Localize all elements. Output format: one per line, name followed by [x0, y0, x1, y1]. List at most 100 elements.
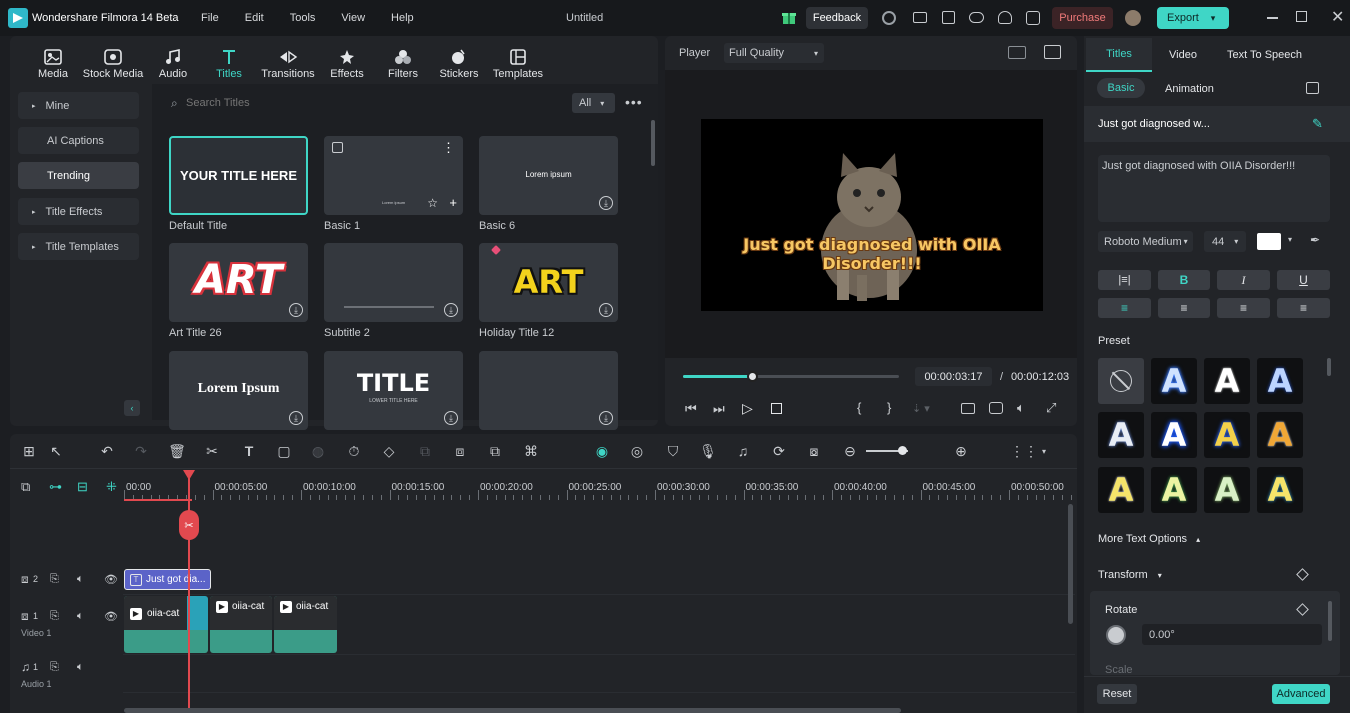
- preset-mint[interactable]: A: [1204, 467, 1250, 513]
- tab-video-inspector[interactable]: Video: [1169, 49, 1197, 61]
- eyedropper-icon[interactable]: ✒: [1310, 233, 1320, 247]
- preset-orange[interactable]: A: [1257, 412, 1303, 458]
- translate-icon[interactable]: ⧉: [486, 442, 504, 460]
- tab-titles-inspector[interactable]: Titles: [1086, 38, 1152, 72]
- preset-white[interactable]: A: [1204, 358, 1250, 404]
- title-card-default[interactable]: YOUR TITLE HERE: [169, 136, 308, 215]
- mark-out-icon[interactable]: }: [887, 400, 891, 415]
- preset-scrollbar[interactable]: [1327, 358, 1331, 376]
- tab-transitions[interactable]: Transitions: [258, 40, 318, 88]
- tab-media[interactable]: Media: [30, 40, 76, 88]
- previous-frame-icon[interactable]: ⏮: [685, 401, 697, 417]
- mute-icon[interactable]: 🔈︎: [77, 661, 84, 674]
- tab-filters[interactable]: Filters: [380, 40, 426, 88]
- rotate-dial[interactable]: [1106, 625, 1126, 645]
- menu-file[interactable]: File: [201, 12, 219, 24]
- transform-row[interactable]: Transform ▾: [1098, 569, 1162, 581]
- select-tool-icon[interactable]: ↖: [47, 442, 65, 460]
- title-card-basic-1[interactable]: ⋮ Lorem ipsum ☆ +: [324, 136, 463, 215]
- video-title-overlay[interactable]: Just got diagnosed with OIIA Disorder!!!: [701, 235, 1043, 273]
- notifications-icon[interactable]: [1026, 11, 1040, 25]
- ai-assistant-icon[interactable]: ◉: [593, 442, 611, 460]
- cloud-icon[interactable]: [969, 12, 984, 23]
- delete-icon[interactable]: 🗑︎: [168, 442, 186, 460]
- reset-button[interactable]: Reset: [1097, 684, 1137, 704]
- timeline-horizontal-scrollbar[interactable]: [124, 708, 901, 713]
- playhead-line[interactable]: [188, 470, 190, 713]
- maximize-icon[interactable]: [1296, 11, 1307, 22]
- search-input[interactable]: [186, 94, 566, 112]
- download-icon[interactable]: ⤓: [289, 411, 303, 425]
- camera-icon[interactable]: [989, 402, 1003, 414]
- save-icon[interactable]: [942, 11, 955, 24]
- italic-button[interactable]: I: [1217, 270, 1270, 290]
- play-icon[interactable]: ▷: [742, 400, 753, 417]
- add-track-icon[interactable]: ⧉: [21, 479, 30, 495]
- inspector-scrollbar[interactable]: [1328, 601, 1332, 641]
- video-clip[interactable]: ▶ oiia-cat: [210, 596, 272, 653]
- text-tool-icon[interactable]: T: [240, 442, 258, 460]
- title-clip[interactable]: T Just got dia...: [124, 569, 211, 590]
- video-canvas[interactable]: Just got diagnosed with OIIA Disorder!!!: [701, 119, 1043, 311]
- link-icon[interactable]: ⊶: [49, 479, 62, 495]
- ai-tool-icon[interactable]: ⧈: [451, 442, 469, 460]
- subtab-animation[interactable]: Animation: [1165, 83, 1214, 95]
- more-text-options-row[interactable]: More Text Options ▴: [1098, 533, 1200, 545]
- title-card-holiday-12[interactable]: ART ⤓: [479, 243, 618, 322]
- volume-icon[interactable]: 🔈︎: [1017, 400, 1025, 416]
- preset-none[interactable]: [1098, 358, 1144, 404]
- preset-blue-neon[interactable]: A: [1151, 412, 1197, 458]
- advanced-button[interactable]: Advanced: [1272, 684, 1330, 704]
- rotate-value-input[interactable]: 0.00°: [1142, 624, 1322, 645]
- preview-icon[interactable]: [332, 142, 343, 153]
- feedback-button[interactable]: Feedback: [806, 7, 868, 29]
- title-card-lorem-ipsum[interactable]: Lorem Ipsum ⤓: [169, 351, 308, 430]
- speed-icon[interactable]: ⏱: [345, 442, 363, 460]
- close-icon[interactable]: ✕: [1331, 7, 1344, 27]
- export-button[interactable]: Export ▾: [1157, 7, 1229, 29]
- video-clip[interactable]: ▶ oiia-cat: [274, 596, 337, 653]
- preset-blue-glow[interactable]: A: [1151, 358, 1197, 404]
- keyframe-icon[interactable]: [1296, 568, 1309, 581]
- font-select[interactable]: Roboto Medium ▾: [1098, 231, 1193, 252]
- download-icon[interactable]: ⤓: [599, 411, 613, 425]
- record-icon[interactable]: [882, 11, 896, 25]
- add-icon[interactable]: +: [449, 195, 457, 210]
- snapshot-grid-icon[interactable]: [1008, 46, 1026, 59]
- menu-view[interactable]: View: [341, 12, 365, 24]
- menu-tools[interactable]: Tools: [290, 12, 316, 24]
- tab-titles[interactable]: Titles: [206, 40, 252, 88]
- filter-select[interactable]: All ▾: [572, 93, 615, 113]
- title-card-art-26[interactable]: ART ⤓: [169, 243, 308, 322]
- quality-select[interactable]: Full Quality ▾: [724, 43, 824, 63]
- card-menu-icon[interactable]: ⋮: [442, 140, 455, 156]
- undo-icon[interactable]: ↶: [98, 442, 116, 460]
- progress-bar[interactable]: [683, 375, 899, 378]
- layout-options-icon[interactable]: ⋮⋮: [1010, 442, 1038, 460]
- download-icon[interactable]: ⤓: [599, 303, 613, 317]
- tab-effects[interactable]: Effects: [324, 40, 370, 88]
- menu-help[interactable]: Help: [391, 12, 414, 24]
- marker-icon[interactable]: ⛉: [664, 442, 682, 460]
- folder-icon[interactable]: ⎘: [50, 573, 59, 586]
- more-options-icon[interactable]: •••: [625, 94, 643, 110]
- library-scrollbar[interactable]: [651, 120, 655, 166]
- title-card-basic-6[interactable]: Lorem ipsum ⤓: [479, 136, 618, 215]
- tab-templates[interactable]: Templates: [490, 40, 546, 88]
- collapse-sidebar-icon[interactable]: ‹: [124, 400, 140, 416]
- minimize-icon[interactable]: [1267, 17, 1278, 19]
- split-scissors-icon[interactable]: ✂: [179, 510, 199, 540]
- sidebar-item-ai-captions[interactable]: AI Captions: [18, 127, 139, 154]
- zoom-out-icon[interactable]: ⊖: [841, 442, 859, 460]
- underline-button[interactable]: U: [1277, 270, 1330, 290]
- title-card-blank[interactable]: ⤓: [479, 351, 618, 430]
- sidebar-item-title-effects[interactable]: ▸ Title Effects: [18, 198, 139, 225]
- eye-icon[interactable]: 👁︎: [104, 573, 118, 586]
- download-icon[interactable]: ⤓: [599, 196, 613, 210]
- image-view-icon[interactable]: [1044, 45, 1061, 59]
- chevron-down-icon[interactable]: ▾: [1042, 447, 1046, 456]
- color-swatch[interactable]: [1257, 233, 1281, 250]
- layout-icon[interactable]: [913, 12, 927, 23]
- sidebar-item-trending[interactable]: Trending: [18, 162, 139, 189]
- mute-icon[interactable]: 🔈︎: [77, 610, 84, 623]
